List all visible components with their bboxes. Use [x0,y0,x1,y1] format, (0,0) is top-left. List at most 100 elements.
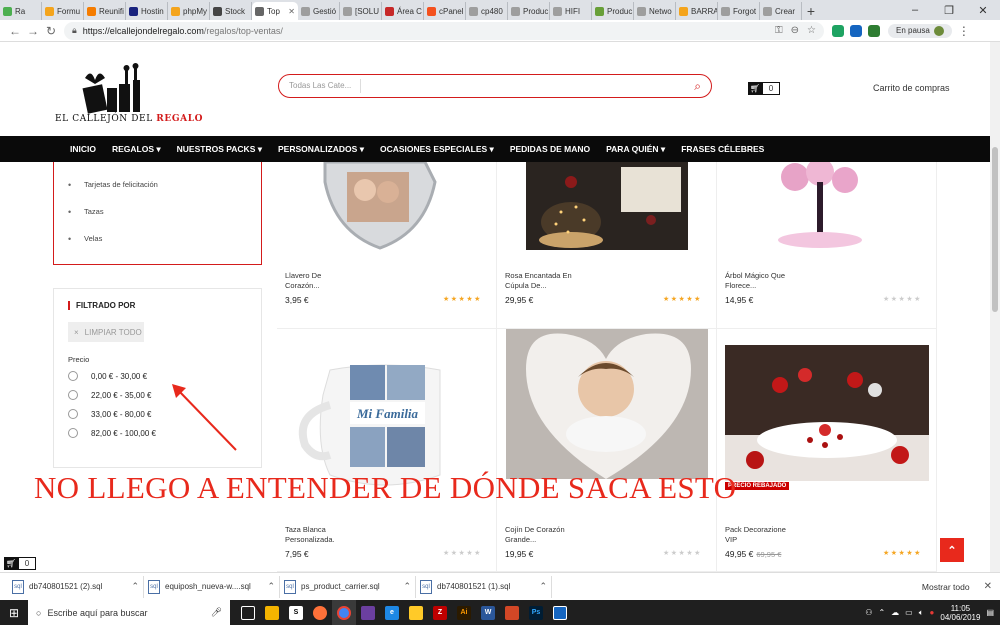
product-name[interactable]: Rosa Encantada En Cúpula De... [505,271,575,291]
product-name[interactable]: Taza Blanca Personalizada. [285,525,345,545]
cart-label[interactable]: Carrito de compras [873,83,950,93]
cart-widget[interactable]: 🛒︎ 0 [748,82,780,95]
browser-tab[interactable]: BARRA [676,2,718,20]
chevron-up-icon[interactable]: ⌃ [403,581,411,592]
app-tray-icon[interactable]: ● [930,608,935,617]
app-icon[interactable] [356,600,380,625]
product-name[interactable]: Árbol Mágico Que Florece... [725,271,795,291]
nav-item-pedidas-de-mano[interactable]: PEDIDAS DE MANO [502,144,598,154]
people-icon[interactable]: ⚇ [865,608,872,617]
price-option[interactable]: 82,00 € - 100,00 € [68,428,156,438]
browser-tab[interactable]: Stock [210,2,252,20]
category-item[interactable]: Tazas [68,207,103,217]
firefox-icon[interactable] [308,600,332,625]
browser-tab[interactable]: Formu [42,2,84,20]
taskbar-search-input[interactable]: ○ Escribe aquí para buscar 🎤︎ [28,600,230,625]
download-item[interactable]: sql equiposh_nueva-w....sql ⌃ [144,575,280,598]
product-card[interactable]: Rosa Encantada En Cúpula De... 29,95 € ★… [497,162,717,329]
zoom-icon[interactable]: ⊖ [791,25,799,36]
file-explorer-icon[interactable] [260,600,284,625]
browser-tab[interactable]: [SOLU [340,2,382,20]
product-image[interactable] [725,345,929,481]
category-select[interactable]: Todas Las Cate... [289,79,361,93]
browser-tab[interactable]: Top ✕ [252,2,298,20]
browser-tab[interactable]: HIFI [550,2,592,20]
nav-item-regalos[interactable]: REGALOS ▾ [104,144,169,155]
category-item[interactable]: Velas [68,234,103,244]
radio-icon[interactable] [68,371,78,381]
search-input[interactable]: Todas Las Cate... ⌕ [278,74,712,98]
browser-tab[interactable]: Forgot [718,2,760,20]
bookmark-star-icon[interactable]: ☆ [807,25,816,36]
product-card[interactable]: PRECIO REBAJADO Pack Decorazione VIP 49,… [717,329,937,572]
app-icon[interactable] [548,600,572,625]
edge-icon[interactable]: e [380,600,404,625]
scroll-to-top-button[interactable]: ⌃ [940,538,964,562]
clock[interactable]: 11:05 04/06/2019 [940,604,980,622]
product-name[interactable]: Llavero De Corazón... [285,271,345,291]
browser-tab[interactable]: Hostin [126,2,168,20]
browser-tab[interactable]: Gestió [298,2,340,20]
browser-tab[interactable]: Reunifi [84,2,126,20]
nav-item-ocasiones-especiales[interactable]: OCASIONES ESPECIALES ▾ [372,144,502,155]
page-scrollbar[interactable] [990,42,1000,572]
browser-tab[interactable]: Crear [760,2,802,20]
folder-icon[interactable] [404,600,428,625]
search-icon[interactable]: ⌕ [694,79,701,94]
clear-filters-button[interactable]: × LIMPIAR TODO [68,322,144,342]
close-window-icon[interactable]: ✕ [966,4,1000,17]
profile-pause-button[interactable]: En pausa [888,23,952,38]
back-icon[interactable]: ← [6,24,24,38]
chevron-up-icon[interactable]: ⌃ [539,581,547,592]
product-card[interactable]: Llavero De Corazón... 3,95 € ★★★★★ [277,162,497,329]
browser-tab[interactable]: Produc [508,2,550,20]
category-item[interactable]: Tarjetas de felicitación [68,180,158,190]
show-all-downloads-button[interactable]: Mostrar todo [922,582,970,592]
browser-tab[interactable]: Ra [0,2,42,20]
minimize-icon[interactable]: – [898,4,932,16]
download-item[interactable]: sql db740801521 (1).sql ⌃ [416,575,552,598]
forward-icon[interactable]: → [24,24,42,38]
chevron-up-icon[interactable]: ⌃ [267,581,275,592]
price-option[interactable]: 33,00 € - 80,00 € [68,409,152,419]
product-name[interactable]: Cojín De Corazón Grande... [505,525,575,545]
maximize-icon[interactable]: ❐ [932,4,966,17]
nav-item-personalizados[interactable]: PERSONALIZADOS ▾ [270,144,372,155]
browser-tab[interactable]: cp480 [466,2,508,20]
chrome-icon[interactable] [332,600,356,625]
extension-icon[interactable] [868,24,880,37]
product-name[interactable]: Pack Decorazione VIP [725,525,795,545]
network-icon[interactable]: ▭ [905,608,913,617]
nav-item-nuestros-packs[interactable]: NUESTROS PACKS ▾ [169,144,270,155]
radio-icon[interactable] [68,390,78,400]
product-card[interactable]: Mi Familia Taza Blanca Personalizada. 7,… [277,329,497,572]
price-option[interactable]: 22,00 € - 35,00 € [68,390,152,400]
extension-icon[interactable] [850,24,862,37]
cloud-icon[interactable]: ☁ [891,608,899,617]
filezilla-icon[interactable]: Z [428,600,452,625]
photoshop-icon[interactable]: Ps [524,600,548,625]
browser-tab[interactable]: Produc [592,2,634,20]
scrollbar-thumb[interactable] [992,147,998,312]
app-icon[interactable] [500,600,524,625]
browser-tab[interactable]: Netwo [634,2,676,20]
product-card[interactable]: Cojín De Corazón Grande... 19,95 € ★★★★★ [497,329,717,572]
nav-item-para-quien[interactable]: PARA QUIÉN ▾ [598,144,673,155]
volume-icon[interactable]: 🔈︎ [919,608,924,618]
app-icon[interactable]: S [284,600,308,625]
chevron-up-icon[interactable]: ⌃ [878,608,885,617]
product-image[interactable] [506,329,708,479]
extension-icon[interactable] [832,24,844,37]
url-input[interactable]: 🔒︎ https://elcallejondelregalo.com/regal… [64,21,824,40]
mini-cart[interactable]: 🛒︎ 0 [4,557,36,570]
price-option[interactable]: 0,00 € - 30,00 € [68,371,147,381]
nav-item-inicio[interactable]: INICIO [62,144,104,154]
radio-icon[interactable] [68,428,78,438]
download-item[interactable]: sql db740801521 (2).sql ⌃ [8,575,144,598]
browser-menu-icon[interactable]: ⋮ [958,24,970,38]
product-card[interactable]: Árbol Mágico Que Florece... 14,95 € ★★★★… [717,162,937,329]
product-image[interactable] [285,162,467,250]
close-icon[interactable]: ✕ [984,581,992,592]
download-item[interactable]: sql ps_product_carrier.sql ⌃ [280,575,416,598]
browser-tab[interactable]: phpMy [168,2,210,20]
